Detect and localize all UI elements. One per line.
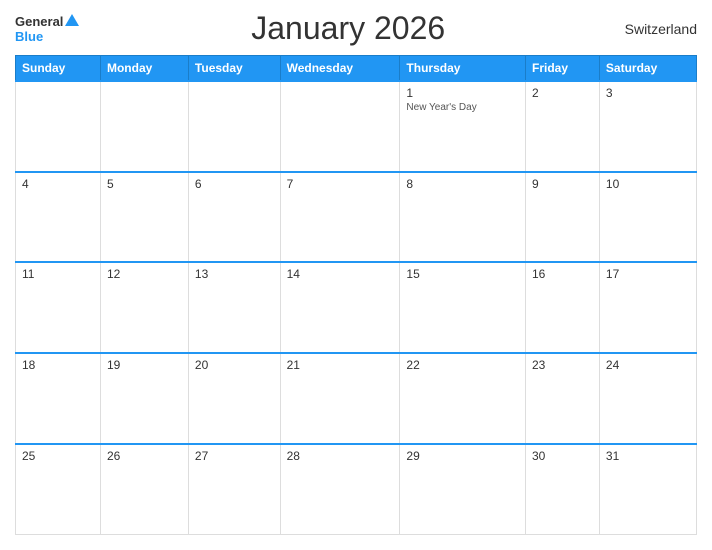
day-number: 26	[107, 449, 182, 463]
day-header-monday: Monday	[100, 56, 188, 82]
calendar-cell: 11	[16, 262, 101, 353]
day-number: 3	[606, 86, 690, 100]
logo-triangle-icon	[65, 14, 79, 26]
calendar-cell: 14	[280, 262, 400, 353]
calendar-cell	[280, 81, 400, 172]
calendar-title: January 2026	[79, 10, 617, 47]
day-number: 15	[406, 267, 519, 281]
day-header-tuesday: Tuesday	[188, 56, 280, 82]
logo-blue-text: Blue	[15, 29, 43, 44]
day-number: 18	[22, 358, 94, 372]
day-number: 7	[287, 177, 394, 191]
day-number: 29	[406, 449, 519, 463]
day-number: 9	[532, 177, 593, 191]
logo: General Blue	[15, 14, 79, 44]
calendar-cell: 22	[400, 353, 526, 444]
calendar-cell: 7	[280, 172, 400, 263]
calendar-cell: 31	[599, 444, 696, 535]
holiday-label: New Year's Day	[406, 102, 519, 113]
calendar-cell: 21	[280, 353, 400, 444]
day-number: 28	[287, 449, 394, 463]
country-label: Switzerland	[617, 21, 697, 37]
calendar-cell: 8	[400, 172, 526, 263]
day-number: 24	[606, 358, 690, 372]
calendar-cell: 18	[16, 353, 101, 444]
day-number: 20	[195, 358, 274, 372]
day-header-friday: Friday	[526, 56, 600, 82]
day-number: 13	[195, 267, 274, 281]
calendar-cell: 9	[526, 172, 600, 263]
day-number: 25	[22, 449, 94, 463]
calendar-cell: 19	[100, 353, 188, 444]
day-number: 11	[22, 267, 94, 281]
calendar-table: SundayMondayTuesdayWednesdayThursdayFrid…	[15, 55, 697, 535]
calendar-cell: 3	[599, 81, 696, 172]
week-row-5: 25 26 27 28 29 30 31	[16, 444, 697, 535]
calendar-cell: 20	[188, 353, 280, 444]
day-number: 5	[107, 177, 182, 191]
day-number: 10	[606, 177, 690, 191]
calendar-cell: 27	[188, 444, 280, 535]
calendar-cell: 1 New Year's Day	[400, 81, 526, 172]
day-number: 17	[606, 267, 690, 281]
calendar-cell: 4	[16, 172, 101, 263]
day-number: 1	[406, 86, 519, 100]
day-number: 27	[195, 449, 274, 463]
day-header-saturday: Saturday	[599, 56, 696, 82]
day-number: 8	[406, 177, 519, 191]
day-number: 6	[195, 177, 274, 191]
day-number: 12	[107, 267, 182, 281]
calendar-cell: 12	[100, 262, 188, 353]
calendar-header: General Blue January 2026 Switzerland	[15, 10, 697, 47]
day-number: 23	[532, 358, 593, 372]
calendar-cell: 25	[16, 444, 101, 535]
calendar-cell: 24	[599, 353, 696, 444]
calendar-cell: 17	[599, 262, 696, 353]
calendar-cell: 29	[400, 444, 526, 535]
calendar-cell: 30	[526, 444, 600, 535]
days-header-row: SundayMondayTuesdayWednesdayThursdayFrid…	[16, 56, 697, 82]
calendar-cell: 16	[526, 262, 600, 353]
calendar-cell: 23	[526, 353, 600, 444]
calendar-cell: 2	[526, 81, 600, 172]
calendar-cell: 10	[599, 172, 696, 263]
day-number: 22	[406, 358, 519, 372]
calendar-cell	[188, 81, 280, 172]
day-number: 4	[22, 177, 94, 191]
calendar-cell: 6	[188, 172, 280, 263]
day-number: 2	[532, 86, 593, 100]
calendar-cell: 13	[188, 262, 280, 353]
logo-general-text: General	[15, 14, 63, 29]
day-header-wednesday: Wednesday	[280, 56, 400, 82]
day-number: 16	[532, 267, 593, 281]
calendar-cell: 26	[100, 444, 188, 535]
calendar-cell: 5	[100, 172, 188, 263]
calendar-cell	[100, 81, 188, 172]
week-row-4: 18 19 20 21 22 23 24	[16, 353, 697, 444]
week-row-1: 1 New Year's Day 23	[16, 81, 697, 172]
day-number: 19	[107, 358, 182, 372]
day-number: 21	[287, 358, 394, 372]
day-header-sunday: Sunday	[16, 56, 101, 82]
day-header-thursday: Thursday	[400, 56, 526, 82]
calendar-cell: 15	[400, 262, 526, 353]
day-number: 30	[532, 449, 593, 463]
day-number: 31	[606, 449, 690, 463]
week-row-3: 11 12 13 14 15 16 17	[16, 262, 697, 353]
week-row-2: 456789 10	[16, 172, 697, 263]
calendar-cell	[16, 81, 101, 172]
day-number: 14	[287, 267, 394, 281]
calendar-cell: 28	[280, 444, 400, 535]
